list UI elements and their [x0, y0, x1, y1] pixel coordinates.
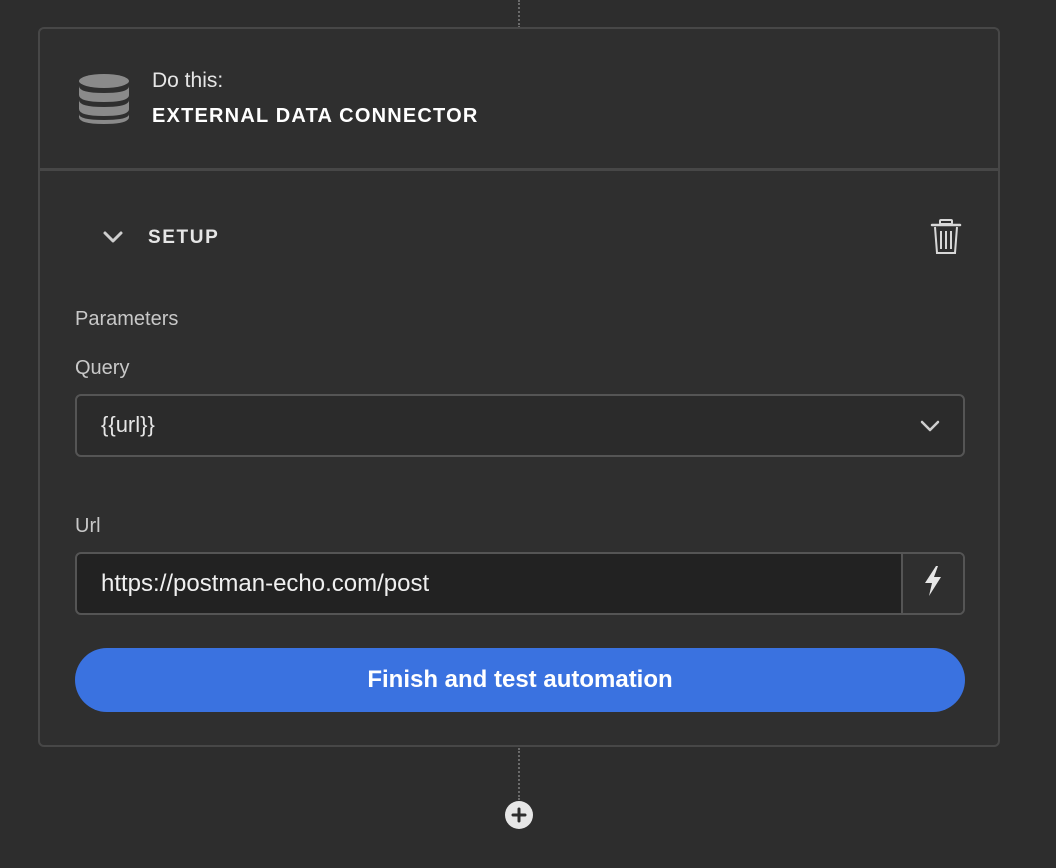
setup-section-toggle[interactable]: SETUP: [40, 219, 1000, 259]
binding-button[interactable]: [901, 554, 963, 613]
trash-icon[interactable]: [930, 219, 962, 260]
database-icon: [78, 73, 130, 130]
plus-circle-icon[interactable]: [505, 801, 533, 829]
url-field: [75, 552, 965, 615]
setup-label: SETUP: [148, 227, 220, 248]
connector-line-top: [518, 0, 520, 28]
query-selected-value: {{url}}: [101, 412, 155, 437]
lightning-icon: [923, 565, 943, 602]
parameters-heading: Parameters: [75, 308, 179, 330]
url-label: Url: [75, 515, 101, 537]
query-label: Query: [75, 357, 130, 379]
connector-line-bottom: [518, 748, 520, 800]
step-header: Do this: EXTERNAL DATA CONNECTOR: [40, 29, 998, 171]
step-title: EXTERNAL DATA CONNECTOR: [152, 105, 479, 127]
step-subtitle: Do this:: [152, 69, 224, 92]
finish-and-test-button[interactable]: Finish and test automation: [75, 648, 965, 712]
query-select[interactable]: {{url}}: [75, 394, 965, 457]
chevron-down-icon[interactable]: [102, 229, 124, 250]
url-input[interactable]: [77, 554, 903, 613]
chevron-down-icon: [919, 418, 941, 439]
action-step-card: Do this: EXTERNAL DATA CONNECTOR SETUP P…: [38, 27, 1000, 747]
